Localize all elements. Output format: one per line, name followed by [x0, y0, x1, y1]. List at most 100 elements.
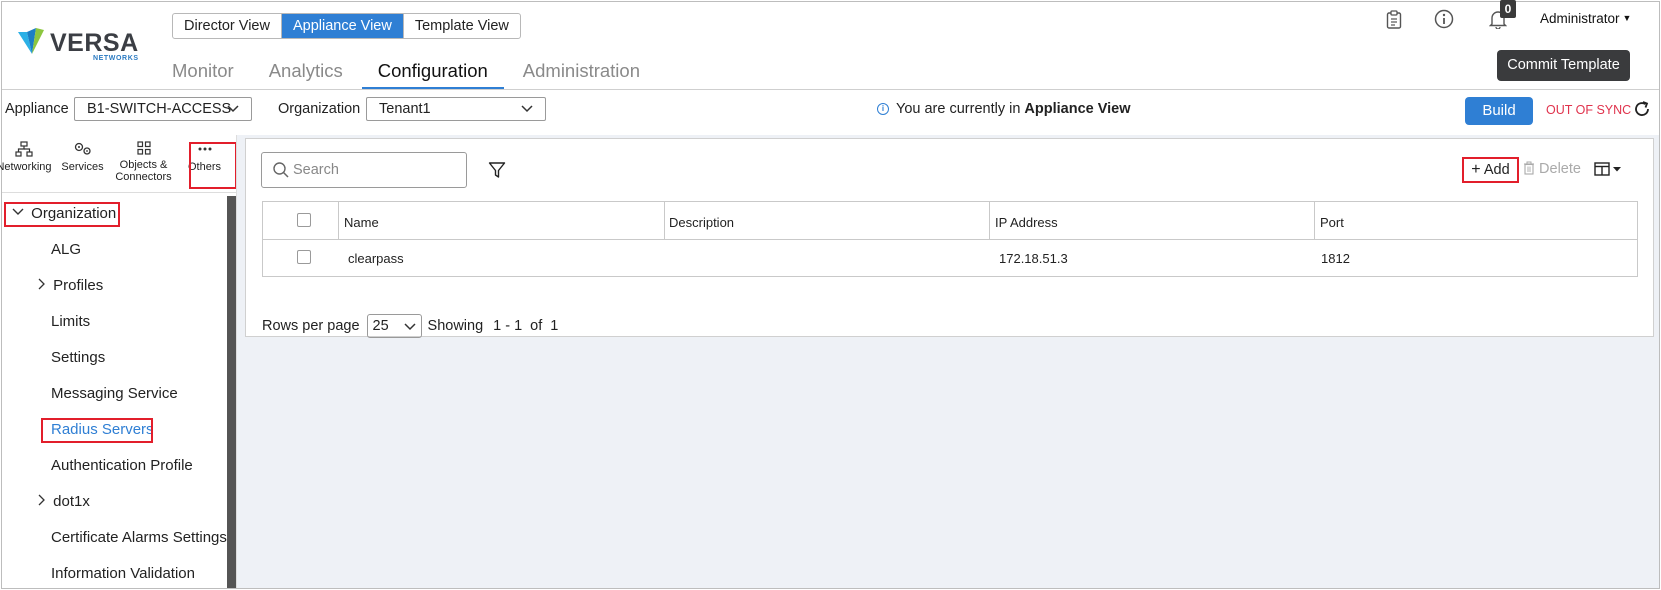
- column-divider: [664, 202, 665, 240]
- tab-analytics[interactable]: Analytics: [269, 56, 343, 90]
- row-ip-address: 172.18.51.3: [999, 251, 1068, 266]
- row-name-link[interactable]: clearpass: [348, 251, 404, 266]
- logo-subtext: NETWORKS: [93, 55, 139, 62]
- commit-template-button[interactable]: Commit Template: [1497, 50, 1630, 81]
- radius-servers-highlight-box: [41, 418, 153, 443]
- refresh-icon[interactable]: [1633, 100, 1651, 123]
- category-networking-label: Networking: [0, 161, 52, 173]
- others-highlight-box: [189, 142, 237, 189]
- category-objects-label: Objects & Connectors: [115, 159, 172, 183]
- tree-item-alg[interactable]: ALG: [51, 241, 81, 258]
- tree-item-limits[interactable]: Limits: [51, 313, 90, 330]
- info-circle-icon: i: [877, 103, 889, 115]
- column-header-port[interactable]: Port: [1320, 215, 1344, 230]
- tab-administration[interactable]: Administration: [523, 56, 640, 90]
- organization-highlight-box: [4, 202, 120, 227]
- tree-item-messaging-service[interactable]: Messaging Service: [51, 385, 178, 402]
- column-header-ip-address[interactable]: IP Address: [995, 215, 1058, 230]
- user-menu[interactable]: Administrator ▼: [1540, 11, 1631, 26]
- showing-from: 1: [493, 318, 502, 334]
- table-header: Name Description IP Address Port: [263, 202, 1637, 240]
- organization-select-value: Tenant1: [379, 101, 431, 117]
- showing-label: Showing: [427, 318, 484, 334]
- category-services-label: Services: [61, 161, 104, 173]
- logo-text: VERSA: [50, 29, 139, 57]
- column-chooser-button[interactable]: [1594, 162, 1624, 181]
- view-switcher: Director View Appliance View Template Vi…: [172, 13, 521, 39]
- trash-icon: [1524, 161, 1534, 175]
- main-tabs: Monitor Analytics Configuration Administ…: [172, 56, 675, 90]
- category-services[interactable]: Services: [52, 135, 113, 192]
- organization-label: Organization: [278, 101, 361, 117]
- search-placeholder: Search: [293, 162, 339, 178]
- row-checkbox[interactable]: [297, 250, 311, 264]
- info-prefix: You are currently in: [896, 101, 1021, 117]
- tree-item-authentication-profile[interactable]: Authentication Profile: [51, 457, 193, 474]
- tree-item-dot1x[interactable]: dot1x: [36, 493, 90, 510]
- showing-total: 1: [550, 318, 559, 334]
- template-view-button[interactable]: Template View: [402, 14, 520, 38]
- chevron-down-icon: [227, 98, 239, 127]
- add-button[interactable]: + Add: [1462, 157, 1519, 183]
- gears-icon: [74, 142, 91, 155]
- rows-per-page-label: Rows per page: [262, 318, 360, 334]
- versa-logo: VERSA NETWORKS: [16, 26, 139, 62]
- columns-icon: [1594, 162, 1621, 176]
- network-icon: [15, 141, 33, 157]
- tree-item-profiles-label: Profiles: [53, 277, 104, 294]
- tree-item-information-validation[interactable]: Information Validation: [51, 565, 195, 582]
- tab-configuration[interactable]: Configuration: [361, 56, 504, 90]
- showing-of-label: of: [530, 318, 543, 334]
- appliance-select[interactable]: B1-SWITCH-ACCESS: [74, 97, 252, 121]
- user-name: Administrator: [1540, 11, 1620, 26]
- chevron-right-icon: [36, 493, 46, 510]
- tree-item-dot1x-label: dot1x: [53, 493, 90, 510]
- tree-item-certificate-alarms[interactable]: Certificate Alarms Settings: [51, 529, 227, 546]
- filter-icon[interactable]: [488, 161, 506, 184]
- add-button-label: Add: [1483, 162, 1510, 178]
- organization-select[interactable]: Tenant1: [366, 97, 546, 121]
- chevron-right-icon: [36, 277, 46, 294]
- select-all-checkbox[interactable]: [297, 213, 311, 227]
- notification-count-badge: 0: [1500, 0, 1516, 18]
- column-header-description[interactable]: Description: [669, 215, 734, 230]
- radius-servers-table: Name Description IP Address Port clearpa…: [262, 201, 1638, 277]
- tab-monitor[interactable]: Monitor: [172, 56, 234, 90]
- clipboard-icon[interactable]: [1384, 8, 1404, 30]
- chevron-down-icon: [404, 315, 416, 344]
- pagination: Rows per page 25 Showing 1-1 of 1: [262, 314, 562, 338]
- appliance-select-value: B1-SWITCH-ACCESS: [87, 101, 232, 117]
- search-input[interactable]: Search: [261, 152, 467, 188]
- config-tree: Organization ALG Profiles Limits Setting…: [2, 196, 228, 588]
- tree-scrollbar[interactable]: [227, 196, 236, 588]
- column-divider: [989, 202, 990, 240]
- rows-per-page-select[interactable]: 25: [366, 314, 422, 338]
- view-info-message: i You are currently in Appliance View: [877, 101, 1131, 117]
- info-icon[interactable]: [1434, 8, 1454, 30]
- delete-button[interactable]: Delete: [1523, 161, 1581, 177]
- showing-to: 1: [514, 318, 523, 334]
- objects-icon: [136, 141, 151, 155]
- director-view-button[interactable]: Director View: [173, 14, 281, 38]
- rows-per-page-value: 25: [372, 318, 389, 334]
- header-divider: [2, 89, 1659, 90]
- column-divider: [1314, 202, 1315, 240]
- column-header-name[interactable]: Name: [344, 215, 379, 230]
- delete-button-label: Delete: [1539, 161, 1581, 177]
- caret-down-icon: ▼: [1622, 13, 1632, 23]
- tree-item-settings[interactable]: Settings: [51, 349, 105, 366]
- sync-status: OUT OF SYNC: [1546, 103, 1632, 117]
- plus-icon: +: [1471, 161, 1481, 178]
- tree-item-profiles[interactable]: Profiles: [36, 277, 103, 294]
- category-networking[interactable]: Networking: [0, 135, 52, 192]
- appliance-label: Appliance: [5, 101, 69, 117]
- build-button[interactable]: Build: [1465, 97, 1533, 125]
- category-objects-connectors[interactable]: Objects & Connectors: [113, 135, 174, 192]
- row-port: 1812: [1321, 251, 1350, 266]
- search-icon: [273, 162, 289, 178]
- info-view-name: Appliance View: [1024, 101, 1131, 117]
- chevron-down-icon: [521, 98, 533, 127]
- versa-logo-icon: [18, 28, 44, 54]
- column-divider: [338, 202, 339, 240]
- appliance-view-button[interactable]: Appliance View: [280, 14, 403, 38]
